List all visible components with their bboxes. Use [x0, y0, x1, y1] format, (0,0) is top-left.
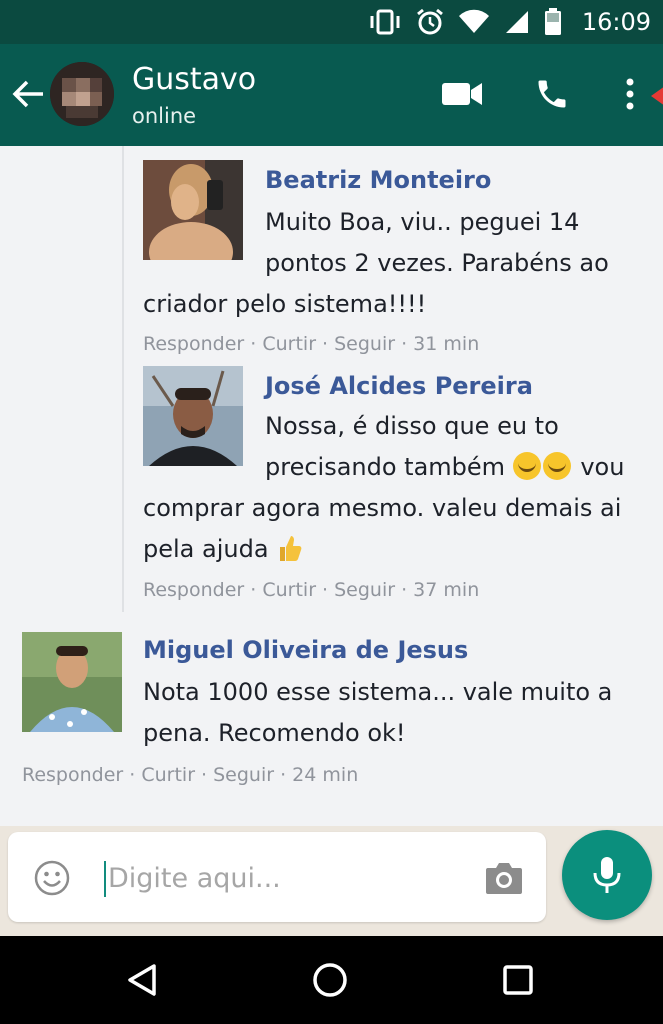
video-call-icon	[442, 83, 482, 105]
message-input-box[interactable]	[8, 832, 546, 922]
commenter-photo	[143, 366, 243, 466]
message-input[interactable]	[108, 858, 468, 898]
microphone-icon	[593, 857, 621, 893]
video-call-button[interactable]	[440, 72, 484, 116]
battery-icon	[544, 8, 561, 35]
chat-header: Gustavo online	[0, 44, 663, 146]
comment-meta: Responder · Curtir · Seguir · 24 min	[22, 764, 359, 786]
thumbs-up-icon	[280, 536, 302, 561]
red-arrow-marker	[651, 86, 663, 106]
comment-author[interactable]: Miguel Oliveira de Jesus	[143, 636, 468, 664]
comment-meta: Responder · Curtir · Seguir · 31 min	[143, 333, 480, 355]
comment-text-fragment: vou	[580, 453, 625, 481]
contact-name[interactable]: Gustavo	[132, 62, 256, 97]
reply-thread-line	[122, 146, 124, 612]
laughing-emoji-icon	[542, 452, 571, 480]
android-navigation-bar	[0, 936, 663, 1024]
text-cursor	[104, 861, 106, 897]
commenter-photo	[22, 632, 122, 732]
arrow-back-icon	[12, 80, 43, 108]
signal-icon	[505, 11, 528, 33]
camera-icon[interactable]	[484, 860, 524, 896]
back-button[interactable]	[8, 74, 48, 114]
nav-recents-button[interactable]	[498, 960, 538, 1000]
square-recents-icon	[503, 965, 533, 995]
vibrate-icon	[370, 9, 400, 35]
comment-text-line: pontos 2 vezes. Parabéns ao	[265, 249, 609, 277]
circle-home-icon	[313, 963, 347, 997]
message-composer	[0, 826, 663, 936]
comment-author[interactable]: José Alcides Pereira	[265, 372, 533, 400]
comment-text-line: pena. Recomendo ok!	[143, 719, 406, 747]
comment-text-line: comprar agora mesmo. valeu demais ai	[143, 494, 622, 522]
nav-home-button[interactable]	[310, 960, 350, 1000]
comment-text-line: precisando também vou	[265, 447, 624, 488]
comment-text-line: criador pelo sistema!!!!	[143, 290, 427, 318]
emoji-icon[interactable]	[34, 860, 70, 896]
commenter-photo	[143, 160, 243, 260]
comment-text-line: Muito Boa, viu.. peguei 14	[265, 208, 580, 236]
comment-text-line: Nota 1000 esse sistema... vale muito a	[143, 678, 613, 706]
comment-text-fragment: precisando também	[265, 453, 506, 481]
nav-back-button[interactable]	[122, 960, 162, 1000]
triangle-back-icon	[128, 964, 156, 996]
contact-status: online	[132, 104, 197, 128]
phone-icon	[538, 80, 566, 108]
comment-meta: Responder · Curtir · Seguir · 37 min	[143, 579, 480, 601]
comment-text-fragment: pela ajuda	[143, 535, 269, 563]
voice-record-button[interactable]	[562, 830, 652, 920]
voice-call-button[interactable]	[530, 72, 574, 116]
contact-avatar[interactable]	[50, 62, 114, 126]
more-options-button[interactable]	[608, 72, 652, 116]
clock-time: 16:09	[581, 8, 651, 36]
more-vert-icon	[626, 78, 634, 110]
comment-text-line: pela ajuda	[143, 529, 302, 570]
comment-author[interactable]: Beatriz Monteiro	[265, 166, 491, 194]
wifi-icon	[458, 9, 489, 34]
status-bar: 16:09	[0, 0, 663, 44]
comment-text-line: Nossa, é disso que eu to	[265, 412, 559, 440]
shared-comments-image[interactable]: Beatriz Monteiro Muito Boa, viu.. peguei…	[0, 146, 663, 826]
alarm-icon	[416, 8, 443, 35]
laughing-emoji-icon	[512, 452, 541, 480]
